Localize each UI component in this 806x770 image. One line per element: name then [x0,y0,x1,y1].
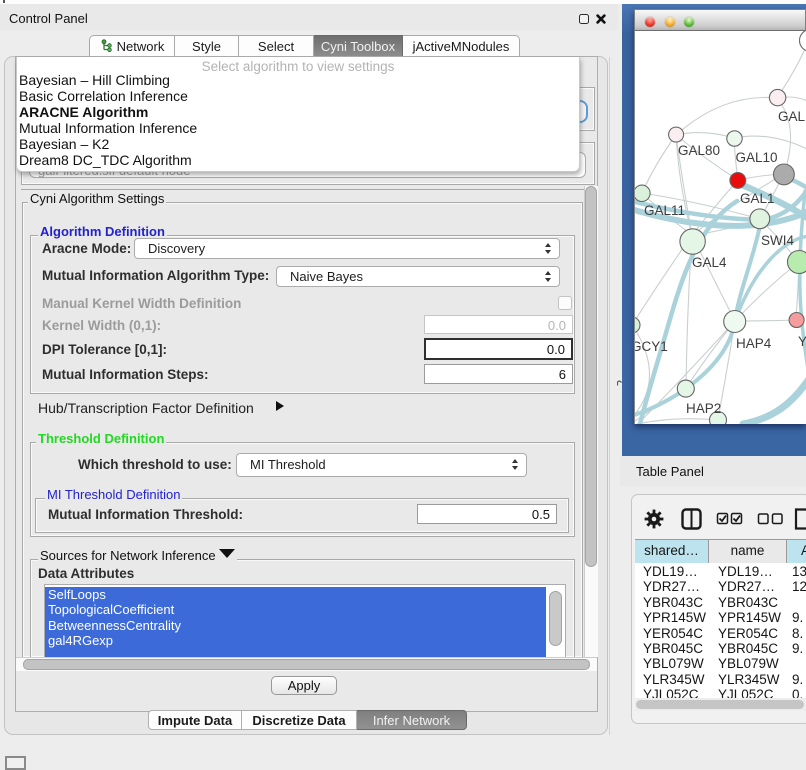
svg-text:GAL1: GAL1 [740,191,775,206]
svg-text:GAL10: GAL10 [736,150,778,165]
svg-text:GAL80: GAL80 [678,143,720,158]
svg-text:Y: Y [798,334,806,349]
svg-text:SWI4: SWI4 [761,233,794,248]
svg-text:GCY1: GCY1 [635,339,668,354]
svg-text:GAL11: GAL11 [644,203,685,218]
svg-text:GAL: GAL [778,109,806,124]
svg-text:HAP2: HAP2 [686,401,721,416]
svg-text:GAL4: GAL4 [692,255,727,270]
svg-text:HAP4: HAP4 [736,336,772,351]
